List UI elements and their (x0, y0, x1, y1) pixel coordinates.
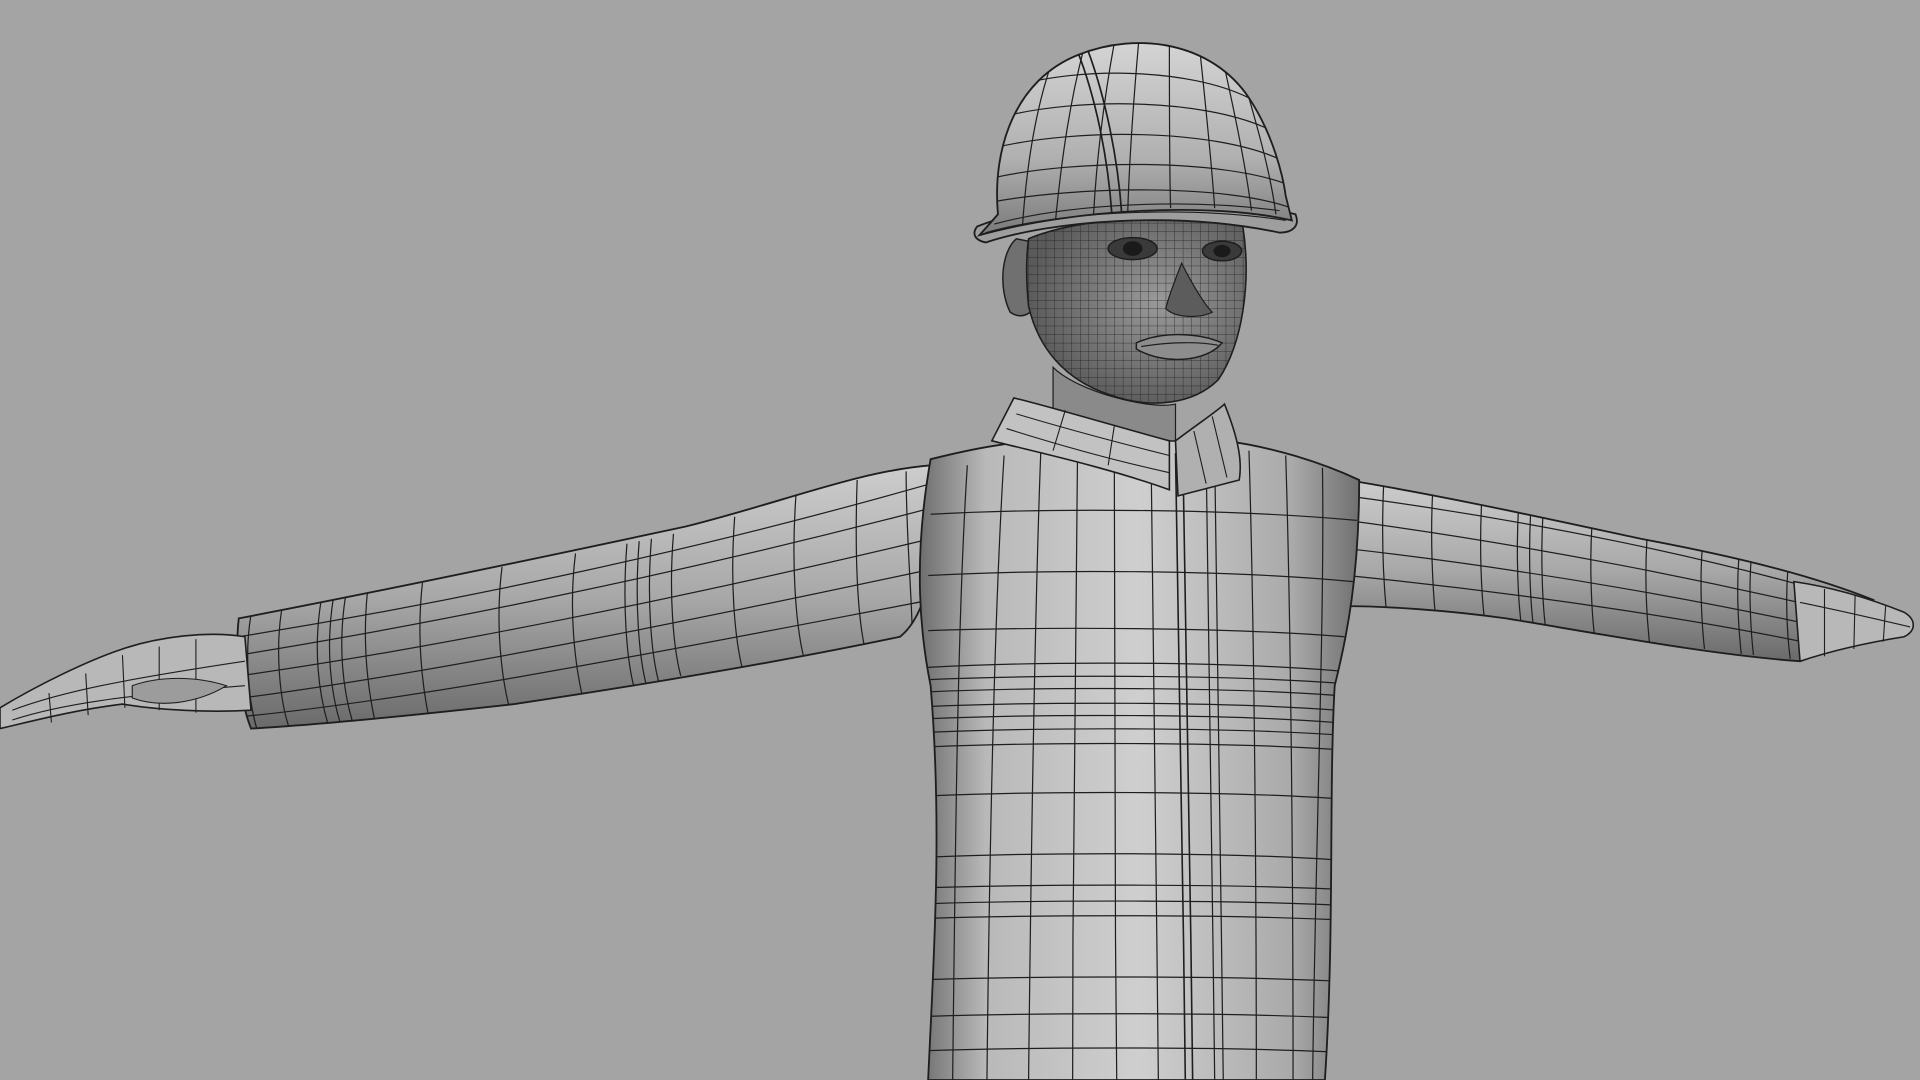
3d-viewport[interactable] (0, 0, 1920, 1080)
model-render (0, 0, 1920, 1080)
torso-shirt (918, 439, 1361, 1080)
